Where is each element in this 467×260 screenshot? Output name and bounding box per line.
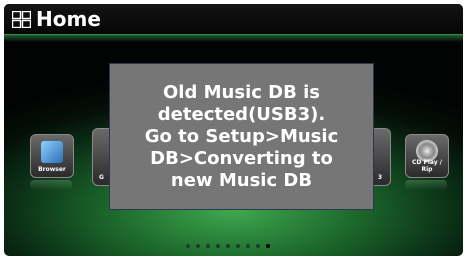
alert-dialog[interactable]: Old Music DB is detected(USB3). Go to Se… (109, 63, 374, 210)
browser-icon (41, 141, 63, 163)
page-dot[interactable] (216, 244, 220, 248)
page-dot[interactable] (206, 244, 210, 248)
tile-cd-play-rip[interactable]: CD Play / Rip (405, 134, 449, 178)
dialog-message: Old Music DB is detected(USB3). Go to Se… (144, 81, 339, 191)
tile-browser[interactable]: Browser (30, 134, 74, 178)
page-dot[interactable] (186, 244, 190, 248)
screen: Home Browser G 3 CD Play / Rip Old Music… (4, 4, 463, 256)
page-indicator (186, 244, 270, 250)
grid-icon[interactable] (12, 11, 31, 28)
page-dot[interactable] (246, 244, 250, 248)
page-dot-active[interactable] (266, 244, 270, 248)
page-dot[interactable] (256, 244, 260, 248)
tile-label: 3 (377, 174, 382, 181)
tile-label: Browser (38, 166, 66, 173)
page-dot[interactable] (226, 244, 230, 248)
page-dot[interactable] (236, 244, 240, 248)
tile-reflection (405, 180, 447, 190)
tile-reflection (30, 180, 72, 190)
page-title: Home (36, 7, 101, 31)
title-bar: Home (4, 4, 463, 35)
tile-label: CD Play / Rip (412, 159, 442, 173)
page-dot[interactable] (196, 244, 200, 248)
title-bar-glow (4, 34, 463, 42)
